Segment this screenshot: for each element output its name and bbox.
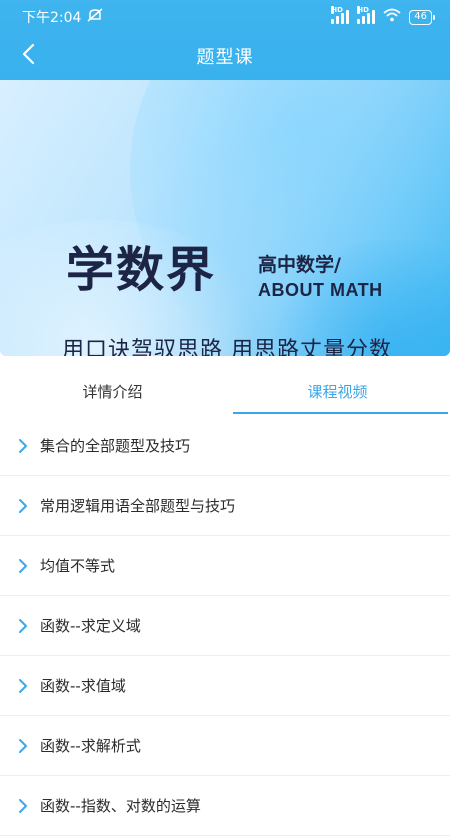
wifi-icon	[383, 8, 401, 26]
chevron-right-icon	[18, 497, 32, 515]
back-button[interactable]	[12, 40, 44, 72]
list-item[interactable]: 函数--求解析式	[0, 716, 450, 776]
status-bar: 下午2:04 HD HD 46	[0, 0, 450, 34]
banner-slogan: 用口诀驾驭思路 用思路丈量分数	[62, 338, 392, 356]
chevron-right-icon	[18, 437, 32, 455]
chevron-left-icon	[21, 43, 35, 69]
battery-icon: 46	[409, 9, 435, 25]
lesson-list: 集合的全部题型及技巧 常用逻辑用语全部题型与技巧 均值不等式 函数--求定义域 …	[0, 416, 450, 836]
course-banner: 学数界 高中数学/ ABOUT MATH 用口诀驾驭思路 用思路丈量分数	[0, 80, 450, 356]
tab-label: 课程视频	[307, 382, 368, 401]
chevron-right-icon	[18, 677, 32, 695]
signal-icon: HD	[331, 6, 350, 24]
tab-label: 详情介绍	[82, 382, 143, 401]
list-item[interactable]: 集合的全部题型及技巧	[0, 416, 450, 476]
lesson-title: 均值不等式	[40, 557, 116, 575]
chevron-right-icon	[18, 797, 32, 815]
list-item[interactable]: 常用逻辑用语全部题型与技巧	[0, 476, 450, 536]
lesson-title: 集合的全部题型及技巧	[40, 437, 191, 455]
banner-subtitle-en: ABOUT MATH	[258, 280, 383, 300]
lesson-title: 函数--求定义域	[40, 617, 141, 635]
chevron-right-icon	[18, 557, 32, 575]
chevron-right-icon	[18, 737, 32, 755]
list-item[interactable]: 均值不等式	[0, 536, 450, 596]
status-time: 下午2:04	[22, 10, 82, 26]
banner-subtitle-cn: 高中数学/	[258, 254, 341, 276]
list-item[interactable]: 函数--求定义域	[0, 596, 450, 656]
page-title: 题型课	[196, 47, 254, 68]
top-bar: 下午2:04 HD HD 46 题型课	[0, 0, 450, 80]
banner-brand: 学数界	[66, 242, 217, 298]
nav-bar: 题型课	[0, 34, 450, 78]
tab-details[interactable]: 详情介绍	[0, 366, 225, 416]
lesson-title: 函数--求解析式	[40, 737, 141, 755]
list-item[interactable]: 函数--求值域	[0, 656, 450, 716]
signal-icon: HD	[357, 6, 376, 24]
tab-course-videos[interactable]: 课程视频	[225, 366, 450, 416]
tab-bar: 详情介绍 课程视频	[0, 366, 450, 416]
lesson-title: 函数--指数、对数的运算	[40, 797, 201, 815]
list-item[interactable]: 函数--指数、对数的运算	[0, 776, 450, 836]
lesson-title: 常用逻辑用语全部题型与技巧	[40, 497, 236, 515]
chevron-right-icon	[18, 617, 32, 635]
mute-icon	[87, 8, 103, 26]
lesson-title: 函数--求值域	[40, 677, 126, 695]
